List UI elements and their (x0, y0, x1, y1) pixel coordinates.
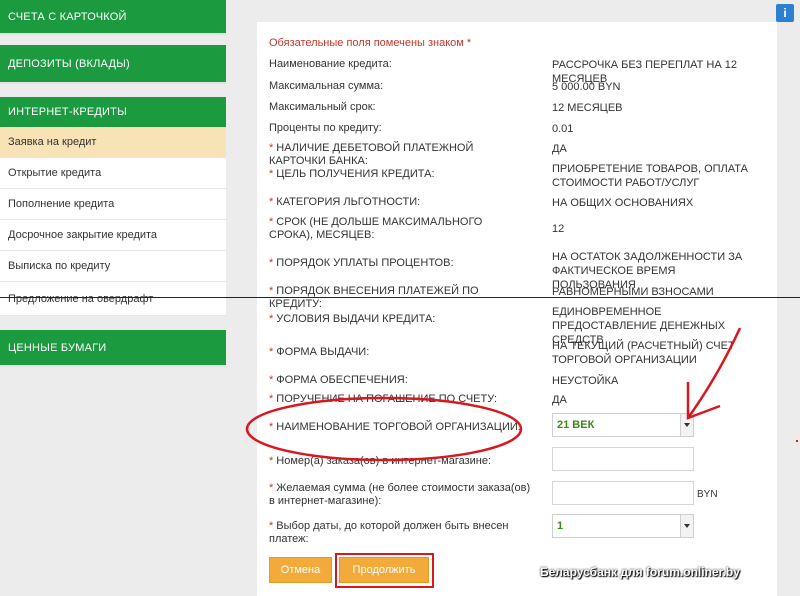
required-star: * (269, 257, 274, 269)
sidebar-section-internet-credits[interactable]: ИНТЕРНЕТ-КРЕДИТЫ (0, 97, 226, 129)
field-label: * СРОК (НЕ ДОЛЬШЕ МАКСИМАЛЬНОГО СРОКА), М… (269, 216, 519, 242)
red-mark (796, 440, 798, 442)
required-star: * (269, 216, 274, 228)
field-label: * ПОРЯДОК ВНЕСЕНИЯ ПЛАТЕЖЕЙ ПО КРЕДИТУ: (269, 285, 529, 311)
continue-highlight-box (335, 553, 434, 588)
sidebar-section-label: СЧЕТА С КАРТОЧКОЙ (8, 10, 127, 23)
required-star: * (269, 482, 274, 494)
sidebar-section-label: ДЕПОЗИТЫ (ВКЛАДЫ) (8, 57, 130, 70)
field-value: 0.01 (552, 123, 574, 135)
field-value: ДА (552, 394, 567, 406)
required-fields-note: Обязательные поля помечены знаком * (269, 37, 472, 49)
field-value: НА ОБЩИХ ОСНОВАНИЯХ (552, 197, 694, 209)
field-label: * НАЛИЧИЕ ДЕБЕТОВОЙ ПЛАТЕЖНОЙ КАРТОЧКИ БА… (269, 142, 529, 168)
sidebar-item-label: Выписка по кредиту (8, 260, 111, 272)
field-label-text: УСЛОВИЯ ВЫДАЧИ КРЕДИТА: (276, 313, 436, 325)
required-star: * (269, 455, 274, 467)
field-value: НА ТЕКУЩИЙ (РАСЧЕТНЫЙ) СЧЕТ ТОРГОВОЙ ОРГ… (552, 340, 735, 366)
required-star: * (269, 393, 274, 405)
sidebar-item-label: Досрочное закрытие кредита (8, 229, 158, 241)
field-label-text: ПОРЯДОК УПЛАТЫ ПРОЦЕНТОВ: (276, 257, 454, 269)
sidebar-item-label: Заявка на кредит (8, 136, 97, 148)
field-value: 12 МЕСЯЦЕВ (552, 102, 623, 114)
required-star: * (269, 421, 274, 433)
field-value: ПРИОБРЕТЕНИЕ ТОВАРОВ, ОПЛАТА СТОИМОСТИ Р… (552, 163, 748, 189)
sidebar-item-label: Предложение на овердрафт (8, 292, 154, 305)
field-label-text: ФОРМА ОБЕСПЕЧЕНИЯ: (276, 374, 408, 386)
sidebar-item-early-repayment[interactable]: Досрочное закрытие кредита (0, 220, 226, 251)
sidebar-item-credit-opening[interactable]: Открытие кредита (0, 158, 226, 189)
sidebar-item-label: Открытие кредита (8, 167, 102, 179)
order-number-input[interactable] (552, 447, 694, 471)
amount-currency: BYN (697, 489, 718, 500)
field-value: НЕУСТОЙКА (552, 375, 619, 387)
sidebar-item-credit-application[interactable]: Заявка на кредит (0, 127, 226, 158)
field-label-text: СРОК (НЕ ДОЛЬШЕ МАКСИМАЛЬНОГО СРОКА), МЕ… (269, 216, 483, 241)
date-select-value: 1 (557, 520, 564, 532)
field-label: * ЦЕЛЬ ПОЛУЧЕНИЯ КРЕДИТА: (269, 168, 529, 181)
amount-label: * Желаемая сумма (не более стоимости зака… (269, 482, 539, 508)
date-label: * Выбор даты, до которой должен быть внес… (269, 520, 529, 546)
cancel-button[interactable]: Отмена (269, 557, 332, 583)
sidebar-item-overdraft-offer[interactable]: Предложение на овердрафт (0, 282, 226, 316)
date-select[interactable]: 1 (552, 514, 694, 538)
sidebar-item-credit-statement[interactable]: Выписка по кредиту (0, 251, 226, 282)
field-label-text: НАИМЕНОВАНИЕ ТОРГОВОЙ ОРГАНИЗАЦИИ: (276, 421, 521, 433)
required-star: * (269, 168, 274, 180)
field-label-text: Номер(а) заказа(ов) в интернет-магазине: (276, 455, 492, 467)
field-label-text: ПОРУЧЕНИЕ НА ПОГАШЕНИЕ ПО СЧЕТУ: (276, 393, 498, 405)
field-value: 5 000.00 BYN (552, 81, 621, 93)
watermark: Беларусбанк для forum.onliner.by (540, 565, 740, 579)
field-label: * ПОРУЧЕНИЕ НА ПОГАШЕНИЕ ПО СЧЕТУ: (269, 393, 529, 406)
field-value: ДА (552, 143, 567, 155)
field-label: * ФОРМА ОБЕСПЕЧЕНИЯ: (269, 374, 529, 387)
field-label: * ПОРЯДОК УПЛАТЫ ПРОЦЕНТОВ: (269, 257, 529, 270)
sidebar-section-card-accounts[interactable]: СЧЕТА С КАРТОЧКОЙ (0, 0, 226, 35)
sidebar-section-label: ЦЕННЫЕ БУМАГИ (8, 341, 107, 354)
field-label: Максимальная сумма: (269, 80, 384, 92)
required-star: * (269, 196, 274, 208)
field-label-text: Желаемая сумма (не более стоимости заказ… (269, 482, 531, 507)
required-star: * (269, 313, 274, 325)
amount-input[interactable] (552, 481, 694, 505)
sidebar-section-label: ИНТЕРНЕТ-КРЕДИТЫ (8, 106, 128, 118)
field-label: Наименование кредита: (269, 58, 392, 70)
required-star: * (269, 374, 274, 386)
field-label: * УСЛОВИЯ ВЫДАЧИ КРЕДИТА: (269, 313, 529, 326)
chevron-down-icon[interactable] (680, 414, 693, 436)
field-label-text: Выбор даты, до которой должен быть внесе… (269, 520, 509, 545)
field-label: * КАТЕГОРИЯ ЛЬГОТНОСТИ: (269, 196, 529, 209)
field-label: * ФОРМА ВЫДАЧИ: (269, 346, 529, 359)
info-icon[interactable]: i (776, 4, 794, 22)
merchant-select[interactable]: 21 ВЕК (552, 413, 694, 437)
sidebar-item-credit-replenish[interactable]: Пополнение кредита (0, 189, 226, 220)
required-star: * (269, 520, 274, 532)
field-label: Проценты по кредиту: (269, 122, 382, 134)
field-label-text: КАТЕГОРИЯ ЛЬГОТНОСТИ: (276, 196, 421, 208)
field-label: Максимальный срок: (269, 101, 376, 113)
required-star: * (269, 346, 274, 358)
order-number-label: * Номер(а) заказа(ов) в интернет-магазине… (269, 455, 529, 468)
required-star: * (269, 142, 274, 154)
chevron-down-icon[interactable] (680, 515, 693, 537)
sidebar-section-securities[interactable]: ЦЕННЫЕ БУМАГИ (0, 330, 226, 367)
required-star: * (269, 285, 274, 297)
field-label-text: ФОРМА ВЫДАЧИ: (276, 346, 370, 358)
sidebar-section-deposits[interactable]: ДЕПОЗИТЫ (ВКЛАДЫ) (0, 45, 226, 84)
divider-line (0, 297, 800, 298)
field-label-text: НАЛИЧИЕ ДЕБЕТОВОЙ ПЛАТЕЖНОЙ КАРТОЧКИ БАН… (269, 142, 474, 167)
merchant-label: * НАИМЕНОВАНИЕ ТОРГОВОЙ ОРГАНИЗАЦИИ: (269, 421, 529, 434)
sidebar-item-label: Пополнение кредита (8, 198, 115, 210)
credits-submenu: Заявка на кредит Открытие кредита Пополн… (0, 127, 226, 316)
field-label-text: ЦЕЛЬ ПОЛУЧЕНИЯ КРЕДИТА: (276, 168, 435, 180)
field-value: 12 (552, 223, 565, 235)
merchant-select-value: 21 ВЕК (557, 419, 595, 431)
